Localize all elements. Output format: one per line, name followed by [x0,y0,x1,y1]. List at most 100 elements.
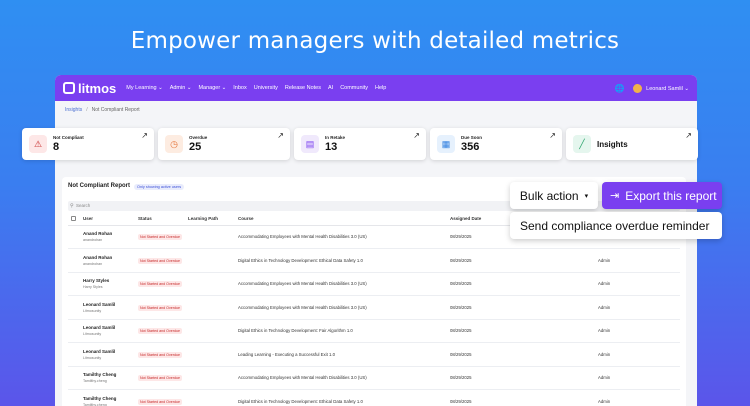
user-name[interactable]: Leonard Samlil [83,325,135,330]
user-name[interactable]: Tamilthy Cheng [83,396,135,401]
clock-icon: ◷ [165,135,183,153]
status-badge: Not Started and Overdue [138,257,182,264]
metric-value: 356 [461,141,480,153]
search-icon: ⚲ [70,203,74,209]
metric-card[interactable]: ▤ In Retake 13 ↗ [294,128,426,160]
status-badge: Not Started and Overdue [138,375,182,382]
assigned-date-cell: 08/29/2025 [447,248,595,273]
metric-card[interactable]: ▦ Due Soon 356 ↗ [430,128,562,160]
row-select-cell [68,342,80,367]
column-header[interactable]: User [80,213,135,226]
breadcrumb-root[interactable]: Insights [65,107,82,113]
learning-path-cell [185,295,235,320]
report-table: User Status Learning Path Course Assigned Da… [68,213,680,406]
user-name[interactable]: Leonard Samlil [83,349,135,354]
user-name[interactable]: Leonard Samlil [83,302,135,307]
status-cell: Not Started and Overdue [135,272,185,296]
globe-icon[interactable]: 🌐 [615,84,625,93]
logo-icon [63,82,75,94]
nav-item[interactable]: Manager ⌄ [198,85,226,91]
chart-line-icon: ╱ [573,135,591,153]
insights-card[interactable]: ╱ Insights ↗ [566,128,698,160]
nav-item[interactable]: AI [328,85,333,91]
nav-item[interactable]: University [254,85,278,91]
status-cell: Not Started and Overdue [135,225,185,249]
table-row[interactable]: Anand Rohan anandrohan Not Started and Ove… [68,248,680,273]
table-row[interactable]: Harry Styles Harry Styles Not Started and … [68,272,680,296]
user-cell: Leonard Samlil Litmosunity [80,295,135,320]
course-cell[interactable]: Digital Ethics in Technology Development… [235,319,447,343]
metric-value: 8 [53,141,60,153]
metric-card[interactable]: ⚠ Not Compliant 8 ↗ [22,128,154,160]
table-row[interactable]: Leonard Samlil Litmosunity Not Started and… [68,295,680,320]
column-header[interactable]: Learning Path [185,213,235,226]
user-name[interactable]: Anand Rohan [83,255,135,260]
nav-item[interactable]: Release Notes [285,85,321,91]
select-all-cell[interactable] [68,213,80,226]
learning-path-cell [185,319,235,343]
status-badge: Not Started and Overdue [138,398,182,405]
row-select-cell [68,389,80,406]
assigned-date-cell: 08/29/2025 [447,319,595,343]
user-cell: Leonard Samlil Litmosunity [80,342,135,367]
table-body: Anand Rohan anandrohan Not Started and Ove… [68,225,680,406]
user-menu[interactable]: Leonard Samlil ⌄ [632,83,689,93]
table-row[interactable]: Leonard Samlil Litmosunity Not Started and… [68,319,680,343]
column-header[interactable]: Status [135,213,185,226]
table-row[interactable]: Tamilthy Cheng Tamilthy.cheng Not Started … [68,366,680,390]
send-reminder-menu-item[interactable]: Send compliance overdue reminder [510,212,722,239]
assigned-by-cell: Admin [595,319,680,343]
status-badge: Not Started and Overdue [138,328,182,335]
export-label: Export this report [625,188,717,203]
user-name[interactable]: Anand Rohan [83,231,135,236]
bulk-action-label: Bulk action [519,188,579,203]
nav-item[interactable]: Admin ⌄ [170,85,192,91]
select-all-checkbox[interactable] [71,215,76,221]
row-select-cell [68,248,80,273]
status-badge: Not Started and Overdue [138,234,182,241]
nav-item[interactable]: Help [375,85,386,91]
column-header[interactable]: Course [235,213,447,226]
status-cell: Not Started and Overdue [135,295,185,320]
metric-label: Overdue [189,135,208,140]
table-row[interactable]: Tamilthy Cheng Tamilthy.cheng Not Started … [68,389,680,406]
status-badge: Not Started and Overdue [138,281,182,288]
row-select-cell [68,319,80,343]
nav-item[interactable]: Inbox [233,85,246,91]
nav-right: 🌐 Leonard Samlil ⌄ [615,83,689,93]
course-cell[interactable]: Accommodating Employees with Mental Heal… [235,272,447,296]
course-cell[interactable]: Leading Learning - Executing a Successfu… [235,342,447,367]
bulk-action-button[interactable]: Bulk action ▾ [510,182,598,209]
status-cell: Not Started and Overdue [135,248,185,273]
metric-label: Not Compliant [53,135,84,140]
nav-item[interactable]: Community [340,85,368,91]
row-select-cell [68,272,80,296]
assigned-by-cell: Admin [595,366,680,390]
metric-card[interactable]: ◷ Overdue 25 ↗ [158,128,290,160]
table-row[interactable]: Leonard Samlil Litmosunity Not Started and… [68,342,680,367]
status-badge: Not Started and Overdue [138,351,182,358]
metric-text: Not Compliant 8 [53,135,84,153]
course-cell[interactable]: Accommodating Employees with Mental Heal… [235,295,447,320]
logo[interactable]: litmos [63,81,116,96]
assigned-date-cell: 08/29/2025 [447,342,595,367]
user-name[interactable]: Tamilthy Cheng [83,372,135,377]
learning-path-cell [185,389,235,406]
export-report-button[interactable]: ⇥ Export this report [602,182,722,209]
row-select-cell [68,366,80,390]
assigned-date-cell: 08/29/2025 [447,272,595,296]
course-cell[interactable]: Digital Ethics in Technology Development… [235,389,447,406]
course-cell[interactable]: Accommodating Employees with Mental Heal… [235,366,447,390]
assigned-date-cell: 08/29/2025 [447,366,595,390]
user-username: Litmosunity [83,308,102,313]
course-cell[interactable]: Digital Ethics in Technology Development… [235,248,447,273]
nav-item[interactable]: My Learning ⌄ [126,85,162,91]
metric-value: 13 [325,141,338,153]
user-cell: Anand Rohan anandrohan [80,248,135,273]
export-icon: ⇥ [610,190,620,202]
metric-text: In Retake 13 [325,135,345,153]
course-cell[interactable]: Accommodating Employees with Mental Heal… [235,225,447,249]
metric-label: Due Soon [461,135,482,140]
user-name[interactable]: Harry Styles [83,278,135,283]
learning-path-cell [185,248,235,273]
